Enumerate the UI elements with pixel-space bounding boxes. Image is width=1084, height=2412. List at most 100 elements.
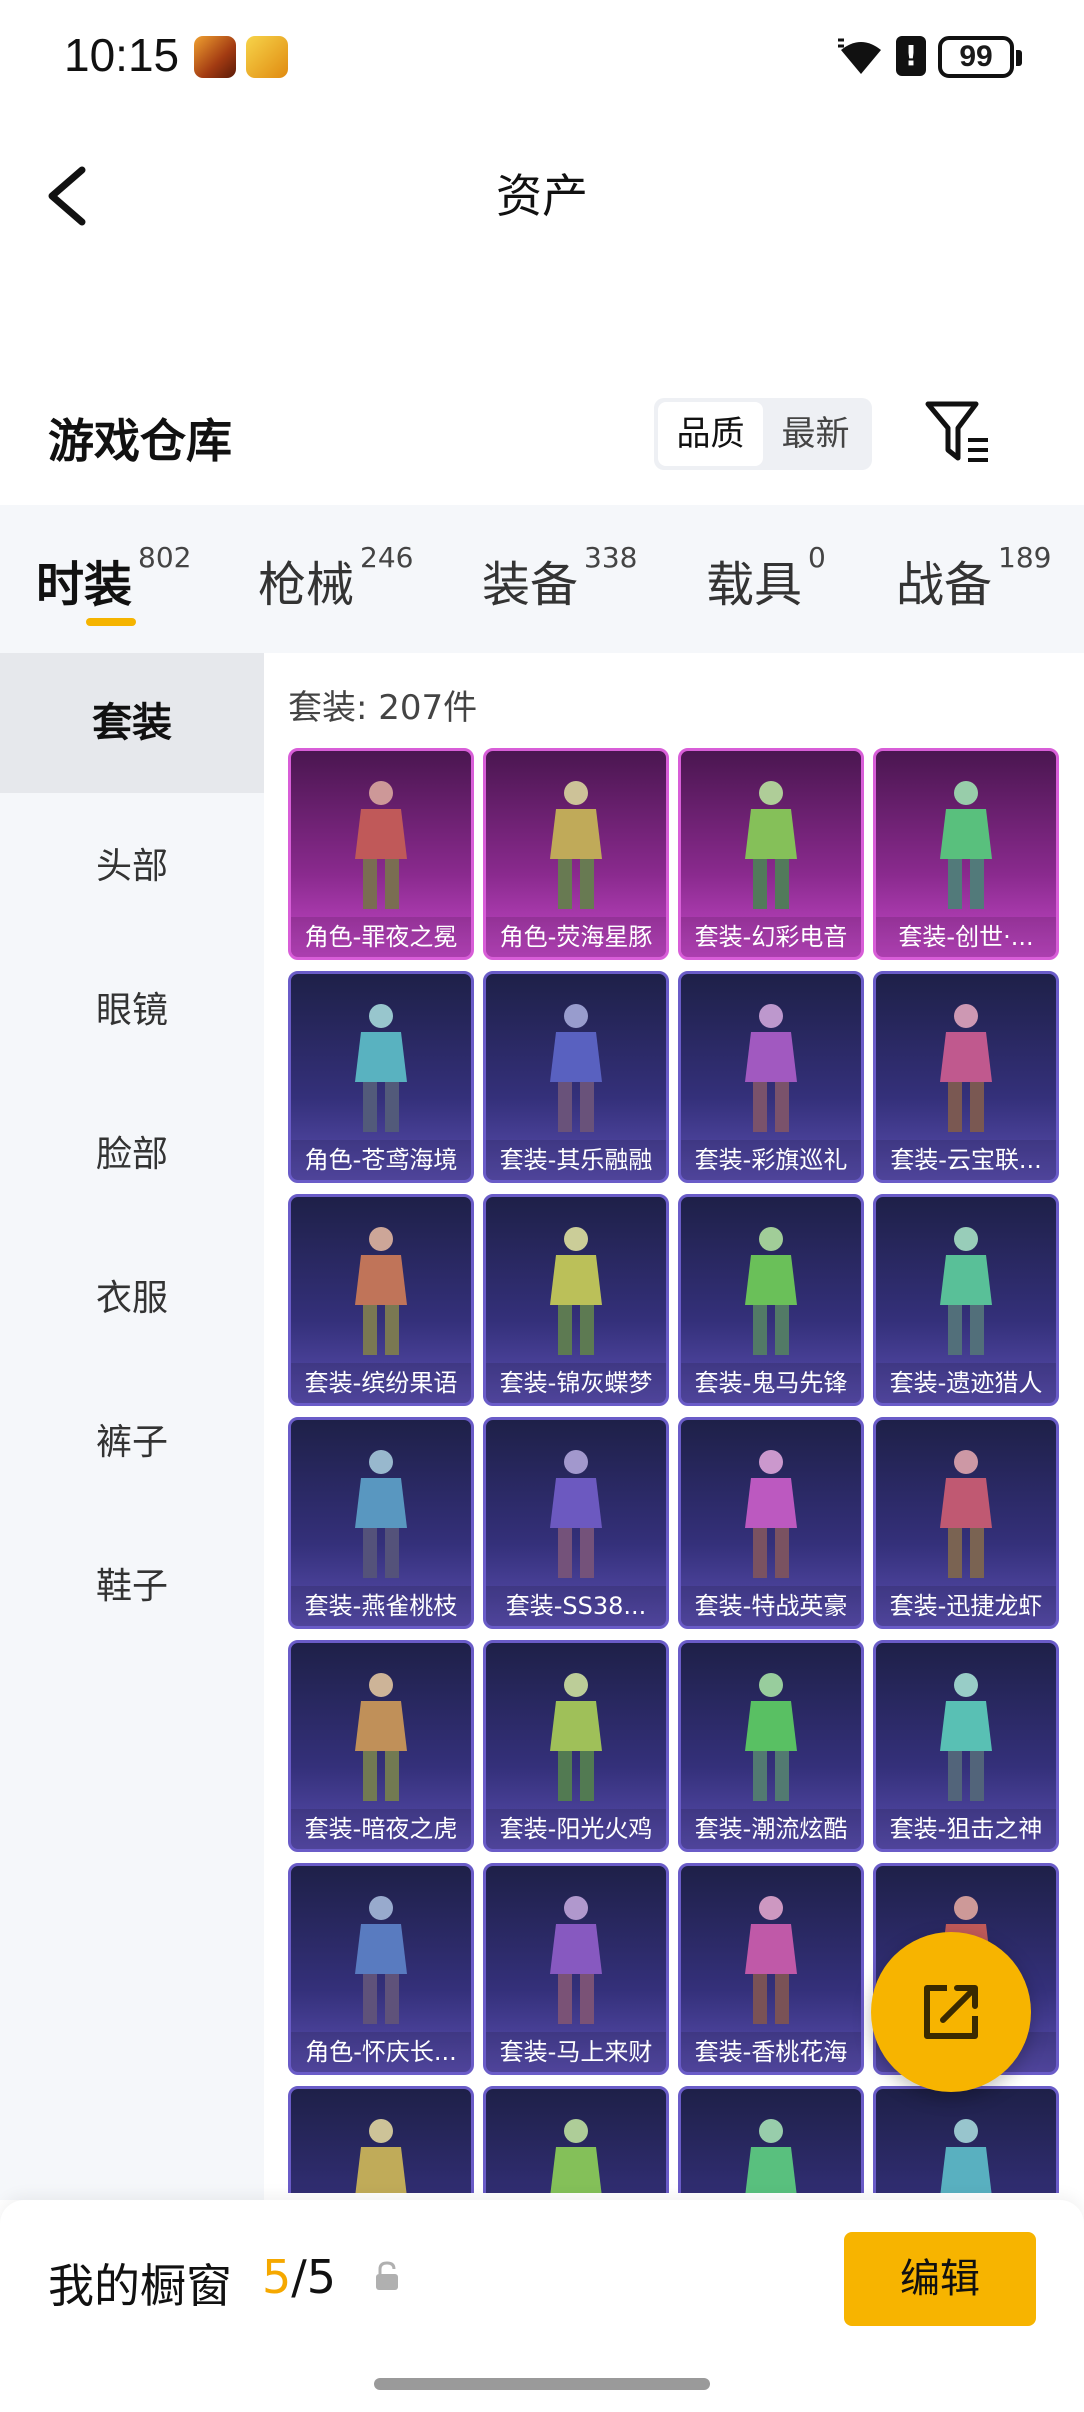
- item-card[interactable]: 套装-幻彩电音: [678, 748, 864, 960]
- edit-button[interactable]: 编辑: [844, 2232, 1036, 2326]
- item-name: 套装-香桃花海: [681, 2032, 861, 2072]
- outfit-thumbnail: [550, 781, 602, 909]
- tab-count: 338: [584, 541, 638, 574]
- outfit-thumbnail: [745, 1673, 797, 1801]
- outfit-thumbnail: [355, 2119, 407, 2193]
- outfit-thumbnail: [550, 1004, 602, 1132]
- bottom-bar: 我的橱窗 5/5 编辑: [0, 2200, 1084, 2412]
- item-card[interactable]: 套装-SS38...: [483, 1417, 669, 1629]
- share-button[interactable]: [871, 1932, 1031, 2092]
- outfit-thumbnail: [355, 781, 407, 909]
- item-card[interactable]: [483, 2086, 669, 2193]
- battery-icon: 99: [938, 36, 1022, 78]
- tab-equipment[interactable]: 装备 338: [482, 541, 637, 615]
- outfit-thumbnail: [745, 1896, 797, 2024]
- sort-toggle: 品质 最新: [654, 398, 872, 470]
- item-card[interactable]: 套装-马上来财: [483, 1863, 669, 2075]
- tab-count: 246: [360, 541, 414, 574]
- nav-header: 资产: [0, 130, 1084, 260]
- item-name: 套装-彩旗巡礼: [681, 1140, 861, 1180]
- sidebar-item-face[interactable]: 脸部: [0, 1085, 264, 1225]
- item-count-label: 套装: 207件: [288, 688, 478, 728]
- outfit-thumbnail: [940, 781, 992, 909]
- tab-supplies[interactable]: 战备 189: [896, 541, 1051, 615]
- item-card[interactable]: 角色-荧海星豚: [483, 748, 669, 960]
- item-name: 角色-荧海星豚: [486, 917, 666, 957]
- outfit-thumbnail: [355, 1896, 407, 2024]
- item-card[interactable]: 角色-怀庆长...: [288, 1863, 474, 2075]
- item-card[interactable]: [873, 2086, 1059, 2193]
- item-card[interactable]: 套装-云宝联...: [873, 971, 1059, 1183]
- outfit-thumbnail: [940, 1004, 992, 1132]
- item-name: 套装-特战英豪: [681, 1586, 861, 1626]
- sidebar-item-glasses[interactable]: 眼镜: [0, 941, 264, 1081]
- outfit-thumbnail: [550, 1673, 602, 1801]
- showcase-label: 我的橱窗: [48, 2259, 232, 2313]
- outfit-thumbnail: [940, 1227, 992, 1355]
- item-name: 套装-暗夜之虎: [291, 1809, 471, 1849]
- tab-weapons[interactable]: 枪械 246: [258, 541, 413, 615]
- status-time: 10:15: [64, 29, 180, 81]
- sort-option-newest[interactable]: 最新: [763, 402, 868, 466]
- share-icon: [924, 1985, 978, 2039]
- tab-count: 802: [138, 541, 192, 574]
- outfit-thumbnail: [745, 781, 797, 909]
- outfit-thumbnail: [355, 1673, 407, 1801]
- tab-label: 载具: [706, 557, 803, 613]
- sidebar: 套装 头部 眼镜 脸部 衣服 裤子 鞋子: [0, 653, 264, 2200]
- active-tab-indicator: [86, 618, 136, 626]
- outfit-thumbnail: [745, 1227, 797, 1355]
- item-card[interactable]: 套装-暗夜之虎: [288, 1640, 474, 1852]
- item-card[interactable]: 套装-遗迹猎人: [873, 1194, 1059, 1406]
- item-card[interactable]: 套装-彩旗巡礼: [678, 971, 864, 1183]
- item-name: 套装-创世·...: [876, 917, 1056, 957]
- sidebar-item-shoes[interactable]: 鞋子: [0, 1517, 264, 1657]
- item-name: 角色-罪夜之冕: [291, 917, 471, 957]
- filter-icon[interactable]: [924, 400, 994, 466]
- sidebar-item-head[interactable]: 头部: [0, 797, 264, 937]
- outfit-thumbnail: [745, 1450, 797, 1578]
- item-card[interactable]: 套装-燕雀桃枝: [288, 1417, 474, 1629]
- item-card[interactable]: 套装-鬼马先锋: [678, 1194, 864, 1406]
- item-card[interactable]: 套装-缤纷果语: [288, 1194, 474, 1406]
- tab-vehicles[interactable]: 载具 0: [706, 541, 826, 615]
- item-card[interactable]: 套装-阳光火鸡: [483, 1640, 669, 1852]
- item-card[interactable]: 套装-锦灰蝶梦: [483, 1194, 669, 1406]
- outfit-thumbnail: [550, 1450, 602, 1578]
- item-name: 套装-SS38...: [486, 1586, 666, 1626]
- tab-fashion[interactable]: 时装 802: [36, 541, 191, 615]
- item-card[interactable]: 套装-香桃花海: [678, 1863, 864, 2075]
- item-name: 套装-幻彩电音: [681, 917, 861, 957]
- outfit-thumbnail: [355, 1004, 407, 1132]
- item-card[interactable]: 角色-罪夜之冕: [288, 748, 474, 960]
- sidebar-item-pants[interactable]: 裤子: [0, 1373, 264, 1513]
- outfit-thumbnail: [550, 2119, 602, 2193]
- tab-label: 装备: [482, 557, 579, 613]
- status-bar: 10:15 ! 99: [0, 0, 1084, 110]
- item-card[interactable]: 套装-狙击之神: [873, 1640, 1059, 1852]
- tab-count: 0: [808, 541, 826, 574]
- category-tabs: 时装 802 枪械 246 装备 338 载具 0 战备 189: [0, 505, 1084, 653]
- item-name: 套装-马上来财: [486, 2032, 666, 2072]
- item-card[interactable]: 套装-特战英豪: [678, 1417, 864, 1629]
- sidebar-item-clothes[interactable]: 衣服: [0, 1229, 264, 1369]
- page-title: 资产: [496, 169, 588, 223]
- item-card[interactable]: 套装-潮流炫酷: [678, 1640, 864, 1852]
- sort-option-quality[interactable]: 品质: [658, 402, 763, 466]
- item-name: 套装-遗迹猎人: [876, 1363, 1056, 1403]
- item-name: 套装-迅捷龙虾: [876, 1586, 1056, 1626]
- item-card[interactable]: [678, 2086, 864, 2193]
- item-card[interactable]: 套装-其乐融融: [483, 971, 669, 1183]
- notification-app-icon: [246, 36, 288, 78]
- item-card[interactable]: 套装-创世·...: [873, 748, 1059, 960]
- sidebar-item-suit[interactable]: 套装: [0, 653, 264, 793]
- item-name: 套装-锦灰蝶梦: [486, 1363, 666, 1403]
- outfit-thumbnail: [550, 1227, 602, 1355]
- item-card[interactable]: 套装-迅捷龙虾: [873, 1417, 1059, 1629]
- outfit-thumbnail: [550, 1896, 602, 2024]
- item-name: 套装-燕雀桃枝: [291, 1586, 471, 1626]
- item-card[interactable]: 角色-苍鸢海境: [288, 971, 474, 1183]
- home-indicator: [374, 2378, 710, 2390]
- item-card[interactable]: [288, 2086, 474, 2193]
- tab-label: 战备: [896, 557, 993, 613]
